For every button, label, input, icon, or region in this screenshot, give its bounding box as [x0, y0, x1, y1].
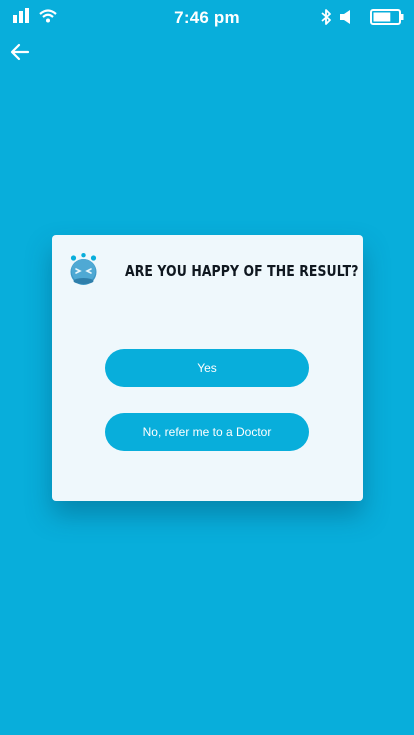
yes-button[interactable]: Yes	[105, 349, 309, 387]
speaker-icon	[340, 10, 352, 29]
dialog-title: ARE YOU HAPPY OF THE RESULT?	[125, 262, 359, 280]
status-right-group	[321, 9, 404, 30]
result-dialog: ARE YOU HAPPY OF THE RESULT? Yes No, ref…	[52, 235, 363, 501]
back-button[interactable]	[10, 42, 32, 64]
battery-fill	[373, 12, 391, 22]
battery-icon	[370, 9, 404, 30]
arrow-left-icon	[10, 43, 30, 61]
refer-doctor-button[interactable]: No, refer me to a Doctor	[105, 413, 309, 451]
bluetooth-icon	[321, 9, 332, 30]
mascot-icon	[68, 252, 99, 286]
status-bar: 7:46 pm	[0, 0, 414, 36]
